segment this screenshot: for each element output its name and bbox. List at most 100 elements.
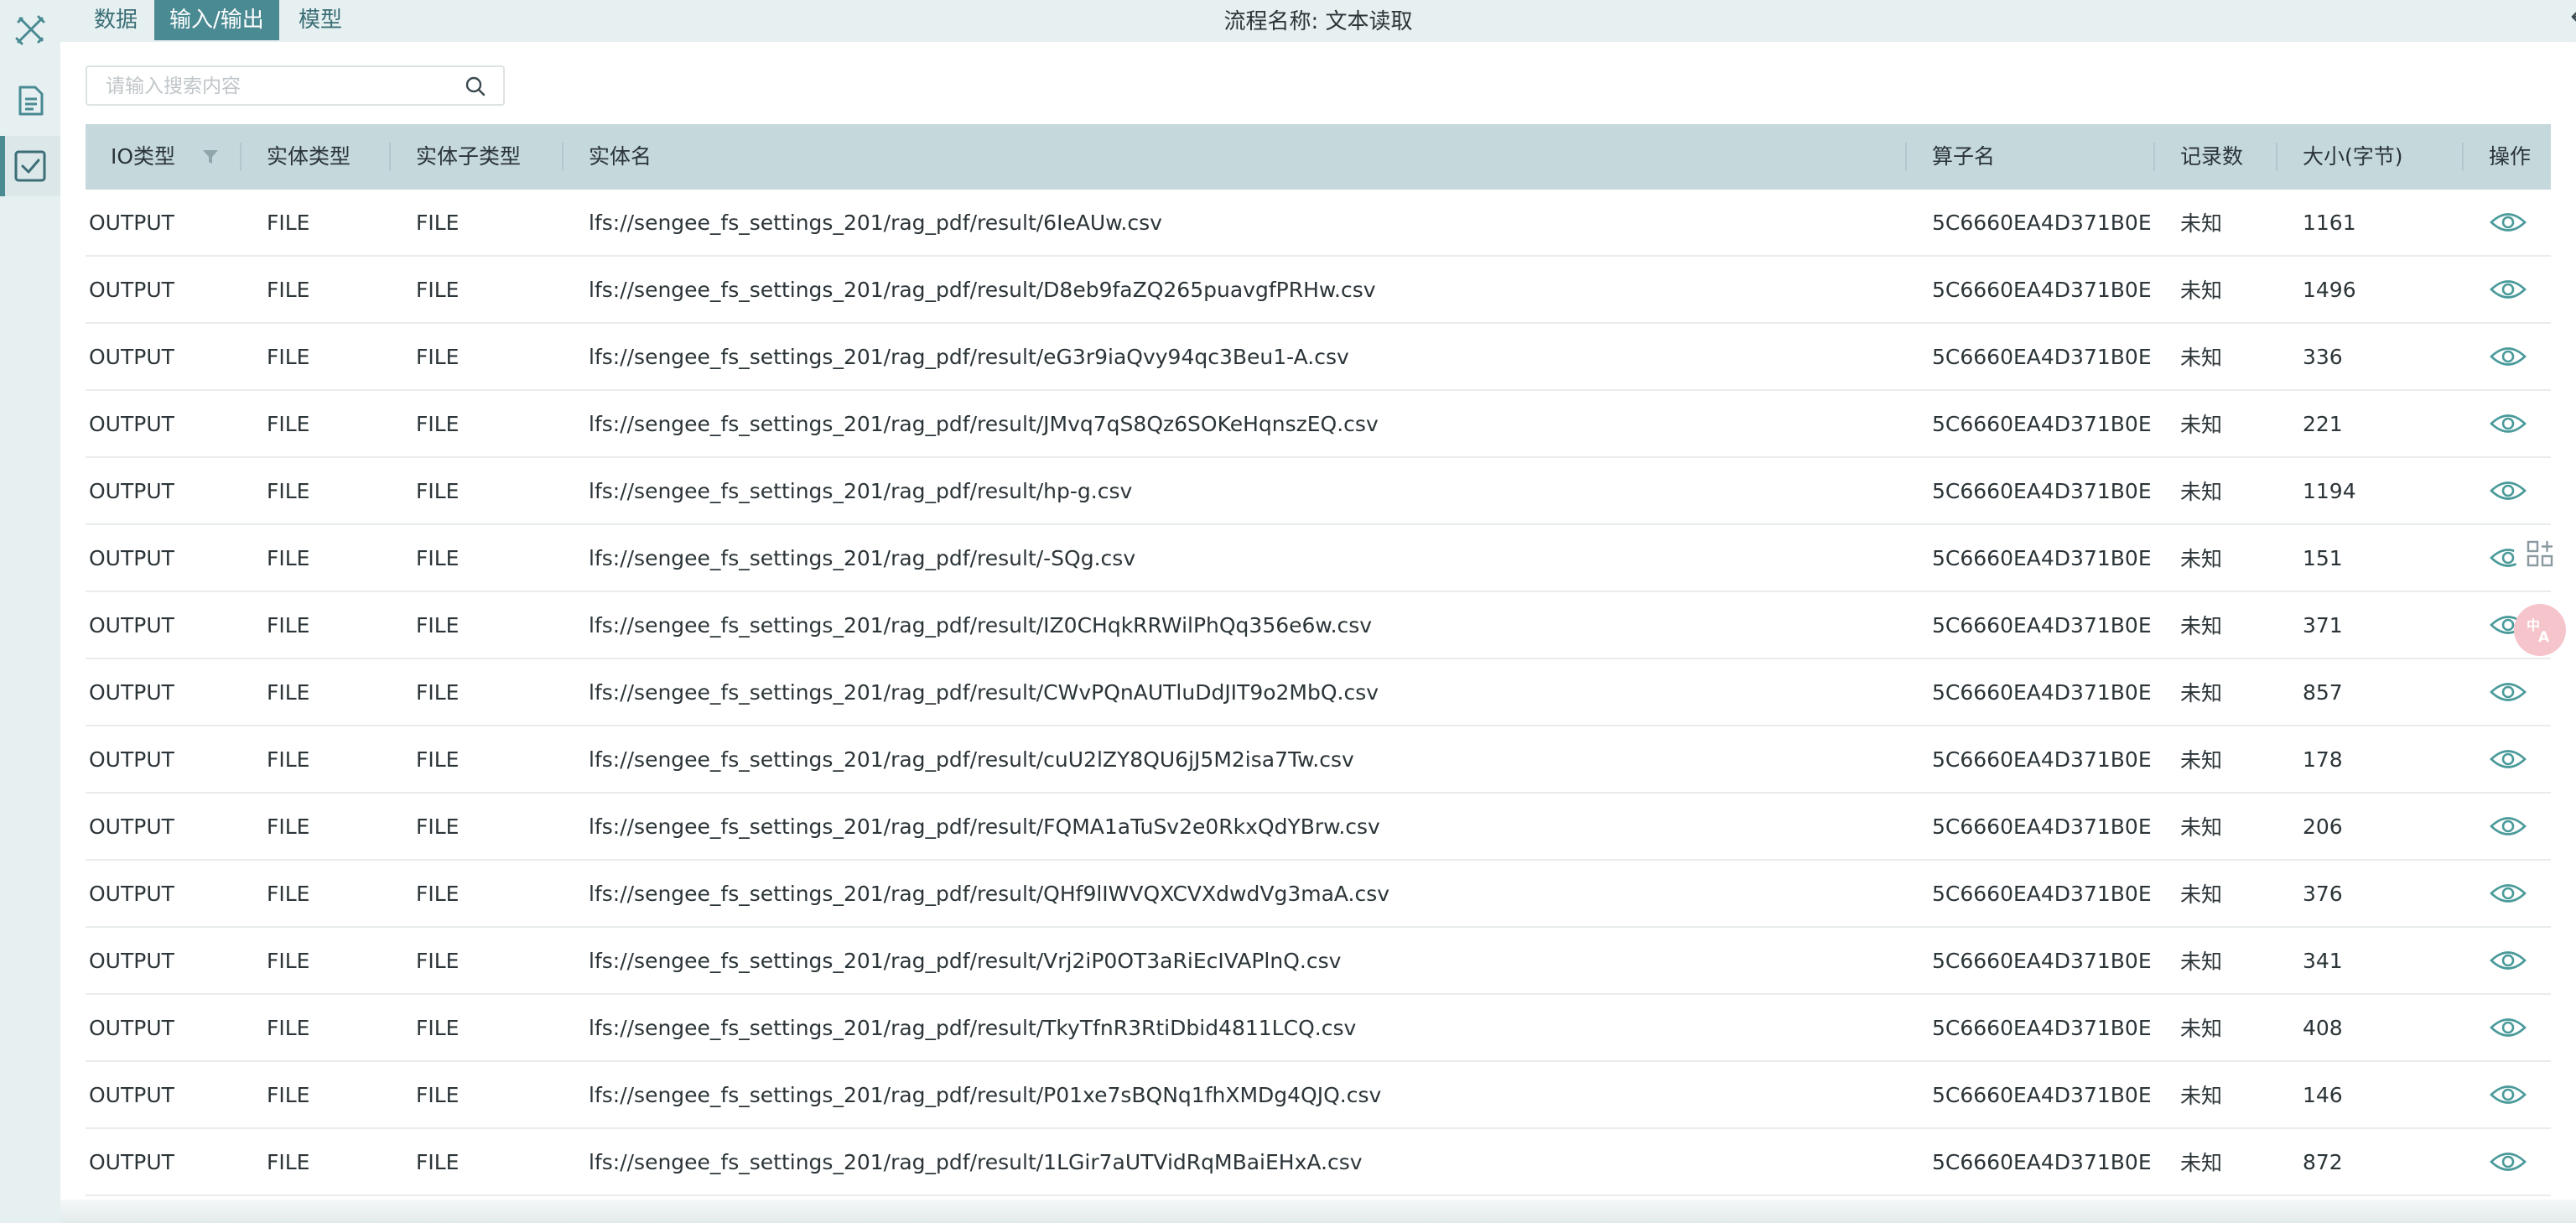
entity-subtype-cell: FILE (416, 478, 460, 503)
view-button[interactable] (2464, 344, 2551, 369)
record-count-cell: 未知 (2180, 950, 2223, 974)
view-button[interactable] (2464, 948, 2551, 973)
filter-icon[interactable] (201, 148, 220, 166)
grid-add-icon (2527, 540, 2553, 567)
view-button[interactable] (2464, 1082, 2551, 1107)
size-cell: 341 (2303, 948, 2343, 973)
col-header-io-type: IO类型 (86, 124, 242, 190)
size-cell: 872 (2303, 1149, 2343, 1174)
tab-model[interactable]: 模型 (283, 0, 357, 40)
view-button[interactable] (2464, 277, 2551, 302)
eye-icon (2490, 414, 2527, 433)
view-button[interactable] (2464, 411, 2551, 436)
entity-type-cell: FILE (267, 747, 310, 772)
entity-subtype-cell: FILE (416, 1082, 460, 1107)
sidebar-item-tools[interactable] (0, 0, 60, 60)
search-box (86, 65, 505, 106)
size-cell: 178 (2303, 747, 2343, 772)
eye-icon (2490, 280, 2527, 299)
entity-subtype-cell: FILE (416, 210, 460, 235)
entity-name-cell: lfs://sengee_fs_settings_201/rag_pdf/res… (589, 1149, 1363, 1174)
io-type-cell: OUTPUT (89, 814, 174, 839)
table-row: OUTPUT FILE FILE lfs://sengee_fs_settings_2… (86, 458, 2551, 525)
size-cell: 1194 (2303, 478, 2356, 503)
io-type-cell: OUTPUT (89, 1149, 174, 1174)
view-button[interactable] (2464, 679, 2551, 705)
search-icon[interactable] (465, 75, 486, 97)
operator-name-cell: 5C6660EA4D371B0E (1932, 881, 2152, 906)
entity-name-cell: lfs://sengee_fs_settings_201/rag_pdf/res… (589, 881, 1390, 906)
record-count-cell: 未知 (2180, 547, 2223, 571)
io-type-cell: OUTPUT (89, 478, 174, 503)
entity-type-cell: FILE (267, 1015, 310, 1040)
table-row: OUTPUT FILE FILE lfs://sengee_fs_settings_2… (86, 391, 2551, 458)
entity-name-cell: lfs://sengee_fs_settings_201/rag_pdf/res… (589, 210, 1162, 235)
record-count-cell: 未知 (2180, 1084, 2223, 1108)
entity-name-cell: lfs://sengee_fs_settings_201/rag_pdf/res… (589, 411, 1379, 436)
entity-name-cell: lfs://sengee_fs_settings_201/rag_pdf/res… (589, 478, 1133, 503)
operator-name-cell: 5C6660EA4D371B0E (1932, 1149, 2152, 1174)
io-type-cell: OUTPUT (89, 679, 174, 705)
view-button[interactable] (2464, 747, 2551, 772)
table-row: OUTPUT FILE FILE lfs://sengee_fs_settings_2… (86, 592, 2551, 659)
entity-name-cell: lfs://sengee_fs_settings_201/rag_pdf/res… (589, 1082, 1382, 1107)
sidebar-item-document[interactable] (0, 70, 60, 131)
view-button[interactable] (2464, 1015, 2551, 1040)
entity-subtype-cell: FILE (416, 411, 460, 436)
col-header-size: 大小(字节) (2277, 124, 2464, 190)
view-button[interactable] (2464, 210, 2551, 235)
table-header: IO类型 实体类型 实体子类型 实体名 算子名 记录数 大小(字节) 操作 (86, 124, 2551, 190)
entity-type-cell: FILE (267, 948, 310, 973)
size-cell: 151 (2303, 545, 2343, 570)
operator-name-cell: 5C6660EA4D371B0E (1932, 1015, 2152, 1040)
size-cell: 376 (2303, 881, 2343, 906)
entity-subtype-cell: FILE (416, 679, 460, 705)
io-type-cell: OUTPUT (89, 344, 174, 369)
table-body: OUTPUT FILE FILE lfs://sengee_fs_settings_2… (86, 190, 2551, 1196)
entity-type-cell: FILE (267, 1082, 310, 1107)
operator-name-cell: 5C6660EA4D371B0E (1932, 679, 2152, 705)
operator-name-cell: 5C6660EA4D371B0E (1932, 1082, 2152, 1107)
eye-icon (2490, 750, 2527, 768)
flow-title: 流程名称: 文本读取 (1223, 9, 1413, 34)
bottom-edge (60, 1200, 2576, 1223)
operator-name-cell: 5C6660EA4D371B0E (1932, 612, 2152, 638)
eye-icon (2490, 817, 2527, 835)
table-row: OUTPUT FILE FILE lfs://sengee_fs_settings_2… (86, 257, 2551, 324)
col-header-entity-type: 实体类型 (242, 124, 391, 190)
view-button[interactable] (2464, 478, 2551, 503)
tools-icon (15, 15, 45, 45)
entity-type-cell: FILE (267, 277, 310, 302)
entity-subtype-cell: FILE (416, 277, 460, 302)
view-button[interactable] (2464, 814, 2551, 839)
view-button[interactable] (2464, 881, 2551, 906)
table-row: OUTPUT FILE FILE lfs://sengee_fs_settings_2… (86, 794, 2551, 861)
operator-name-cell: 5C6660EA4D371B0E (1932, 545, 2152, 570)
operator-name-cell: 5C6660EA4D371B0E (1932, 478, 2152, 503)
tab-io[interactable]: 输入/输出 (154, 0, 279, 40)
record-count-cell: 未知 (2180, 1017, 2223, 1041)
search-input[interactable] (104, 70, 460, 102)
table-row: OUTPUT FILE FILE lfs://sengee_fs_settings_2… (86, 726, 2551, 794)
io-type-cell: OUTPUT (89, 1082, 174, 1107)
entity-type-cell: FILE (267, 344, 310, 369)
view-button[interactable] (2464, 1149, 2551, 1174)
operator-name-cell: 5C6660EA4D371B0E (1932, 747, 2152, 772)
size-cell: 857 (2303, 679, 2343, 705)
floating-translate-button[interactable]: 中 A (2514, 604, 2566, 656)
size-cell: 1496 (2303, 277, 2356, 302)
undo-button[interactable] (2568, 5, 2576, 37)
entity-subtype-cell: FILE (416, 881, 460, 906)
translate-icon: 中 A (2527, 617, 2550, 646)
record-count-cell: 未知 (2180, 413, 2223, 437)
tab-data[interactable]: 数据 (79, 0, 153, 40)
record-count-cell: 未知 (2180, 346, 2223, 370)
sidebar-item-check[interactable] (0, 136, 60, 196)
table-row: OUTPUT FILE FILE lfs://sengee_fs_settings_2… (86, 1129, 2551, 1196)
floating-grid-button[interactable] (2514, 528, 2566, 580)
entity-name-cell: lfs://sengee_fs_settings_201/rag_pdf/res… (589, 679, 1379, 705)
eye-icon (2490, 951, 2527, 970)
undo-icon (2571, 12, 2576, 22)
entity-type-cell: FILE (267, 1149, 310, 1174)
entity-type-cell: FILE (267, 612, 310, 638)
